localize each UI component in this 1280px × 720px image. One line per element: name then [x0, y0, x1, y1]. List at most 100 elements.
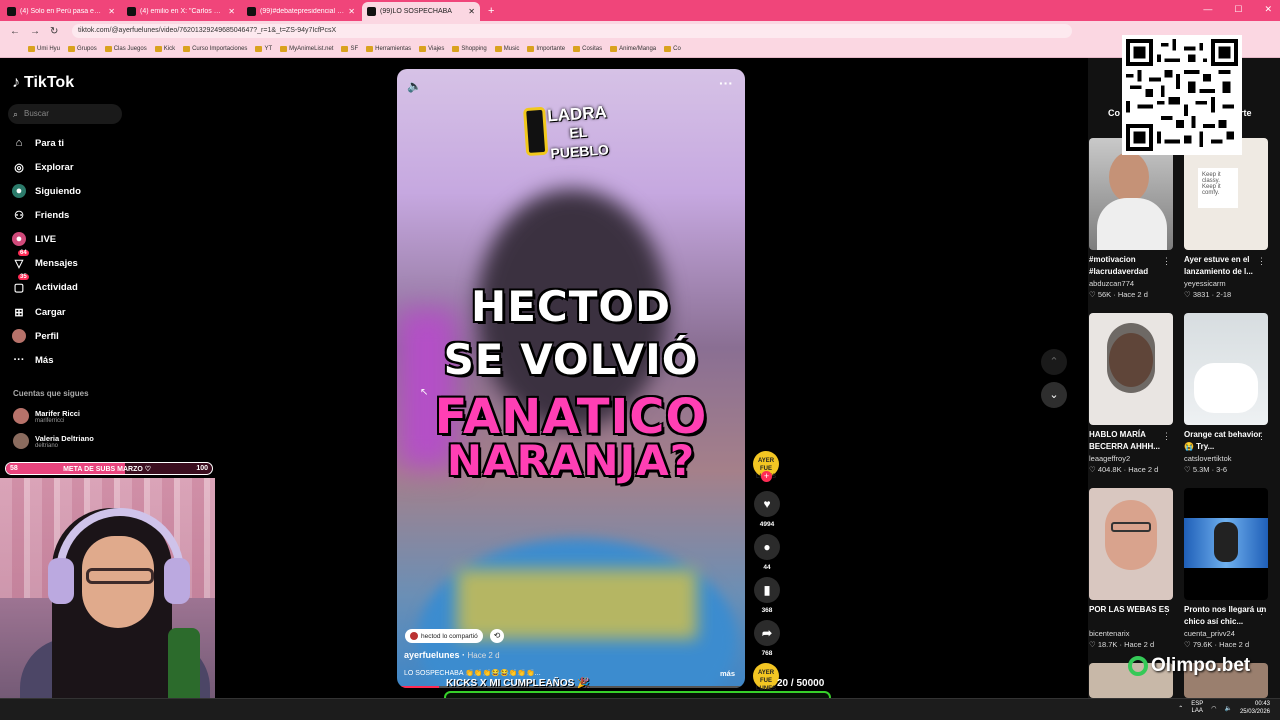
- follow-plus-button[interactable]: +: [761, 471, 772, 482]
- search-input[interactable]: ⌕ Buscar: [8, 104, 122, 124]
- next-video-button[interactable]: ⌄: [1041, 382, 1067, 408]
- tiktok-logo[interactable]: ♪ TikTok: [12, 74, 74, 92]
- bookmark[interactable]: MyAnimeList.net: [280, 46, 333, 52]
- browser-tab[interactable]: (4) emilio en X: "Carlos Álvarez✕: [122, 2, 240, 21]
- video-author[interactable]: ayerfuelunes · Hace 2 d: [404, 650, 500, 660]
- browser-tab[interactable]: (4) Solo en Perú pasa esto en X✕: [2, 2, 120, 21]
- subs-goal-bar: 58 META DE SUBS MARZO ♡ 100: [5, 462, 213, 475]
- bookmark[interactable]: Cositas: [573, 46, 602, 52]
- followed-account[interactable]: Marifer Ricci mariferricci: [13, 408, 80, 424]
- clock[interactable]: 00:43 25/03/2026: [1240, 700, 1270, 716]
- back-icon[interactable]: ←: [10, 26, 20, 37]
- more-options-icon[interactable]: ···: [719, 75, 733, 91]
- video-player[interactable]: 🔈 ··· LADRA EL PUEBLO HECTOD SE VOLVIÓ F…: [397, 69, 745, 688]
- reload-icon[interactable]: ↻: [50, 26, 58, 37]
- share-icon: ➦: [754, 620, 780, 646]
- nav-messages[interactable]: ▽ 64 Mensajes: [12, 250, 78, 271]
- upload-icon: ⊞: [14, 306, 24, 319]
- related-video-card[interactable]: HABLO MARÍA BECERRA AHHH... leaageffroy2…: [1089, 313, 1173, 474]
- bookmark[interactable]: Clas Juegos: [104, 46, 147, 52]
- bookmark[interactable]: Shopping: [452, 46, 487, 52]
- bookmark[interactable]: Anime/Manga: [610, 46, 656, 52]
- previous-video-button[interactable]: ⌃: [1041, 349, 1067, 375]
- related-video-card[interactable]: Pronto nos llegará un chico así chic... …: [1184, 488, 1268, 649]
- related-video-card[interactable]: Keep it classy. Keep it comfy. Ayer estu…: [1184, 138, 1268, 299]
- bookmark[interactable]: SF: [341, 46, 358, 52]
- volume-icon[interactable]: 🔈: [407, 79, 422, 93]
- followed-account[interactable]: Valeria Deltriano deltriano: [13, 433, 94, 449]
- browser-tab-active[interactable]: (99)LO SOSPECHABA ✕: [362, 2, 480, 21]
- friends-icon: ⚇: [14, 209, 24, 222]
- nav-friends[interactable]: ⚇ Friends: [12, 207, 69, 223]
- repost-icon[interactable]: ⟲: [490, 629, 504, 643]
- address-bar-row: ← → ↻ tiktok.com/@ayerfuelunes/video/762…: [0, 21, 1280, 41]
- bookmark[interactable]: Importante: [527, 46, 565, 52]
- more-options-icon[interactable]: ⋮: [1257, 431, 1266, 442]
- nav-activity[interactable]: ▢ 35 Actividad: [12, 274, 78, 295]
- bookmark[interactable]: Kick: [154, 46, 175, 52]
- save-button[interactable]: ▮ 368: [752, 577, 782, 614]
- like-button[interactable]: ♥ 4994: [752, 491, 782, 528]
- bookmark[interactable]: Viajes: [419, 46, 444, 52]
- bookmark[interactable]: Grupos: [68, 46, 97, 52]
- folder-icon: [255, 46, 263, 52]
- show-more-link[interactable]: más: [720, 669, 735, 678]
- nav-for-you[interactable]: ⌂ Para ti: [12, 135, 64, 151]
- related-video-card[interactable]: POR LAS WEBAS ES bicentenarix ♡ 18.7K · …: [1089, 488, 1173, 649]
- bookmark[interactable]: Curso Importaciones: [183, 46, 247, 52]
- panel-tab[interactable]: Co: [1108, 108, 1120, 118]
- speaker-icon[interactable]: 🔈: [1224, 705, 1231, 712]
- bookmark[interactable]: Umi Hyu: [28, 46, 60, 52]
- folder-icon: [664, 46, 672, 52]
- close-tab-icon[interactable]: ✕: [468, 7, 475, 16]
- more-options-icon[interactable]: ⋮: [1257, 606, 1266, 617]
- more-options-icon[interactable]: ⋮: [1162, 606, 1171, 617]
- bookmark[interactable]: Co: [664, 46, 681, 52]
- chevron-up-icon[interactable]: ⌃: [1178, 705, 1183, 712]
- new-tab-button[interactable]: +: [488, 2, 494, 21]
- wifi-icon[interactable]: ◠: [1211, 705, 1216, 712]
- folder-icon: [183, 46, 191, 52]
- close-tab-icon[interactable]: ✕: [228, 7, 235, 16]
- nav-profile[interactable]: Perfil: [12, 328, 59, 344]
- share-button[interactable]: ➦ 768: [752, 620, 782, 657]
- following-accounts-title: Cuentas que sigues: [13, 389, 89, 398]
- url-field[interactable]: tiktok.com/@ayerfuelunes/video/762013292…: [72, 24, 1072, 38]
- keyboard-language[interactable]: ESP LAA: [1191, 701, 1203, 715]
- folder-icon: [104, 46, 112, 52]
- related-video-card[interactable]: Orange cat behavior😭 Try... catslovertik…: [1184, 313, 1268, 474]
- folder-icon: [452, 46, 460, 52]
- nav-explore[interactable]: ◎ Explorar: [12, 159, 73, 175]
- more-options-icon[interactable]: ⋮: [1162, 256, 1171, 267]
- music-disc[interactable]: AYER FUE LUNES: [753, 663, 779, 692]
- more-options-icon[interactable]: ⋮: [1257, 256, 1266, 267]
- nav-following[interactable]: ● Siguiendo: [12, 183, 81, 199]
- folder-icon: [28, 46, 35, 52]
- maximize-icon[interactable]: ☐: [1234, 4, 1242, 15]
- close-tab-icon[interactable]: ✕: [348, 7, 355, 16]
- avatar: [13, 408, 29, 424]
- following-icon: ●: [12, 184, 26, 198]
- os-taskbar: [0, 698, 1280, 720]
- bookmark[interactable]: YT: [255, 46, 272, 52]
- minimize-icon[interactable]: —: [1203, 4, 1212, 15]
- close-tab-icon[interactable]: ✕: [108, 7, 115, 16]
- more-options-icon[interactable]: ⋮: [1162, 431, 1171, 442]
- browser-tab[interactable]: (99)#debatepresidencial #carlos✕: [242, 2, 360, 21]
- nav-upload[interactable]: ⊞ Cargar: [12, 304, 65, 320]
- video-headline: HECTOD: [471, 282, 671, 331]
- heart-outline-icon: ♡: [1089, 640, 1098, 649]
- comment-button[interactable]: ● 44: [752, 534, 782, 571]
- kicks-goal-label: KICKS X MI CUMPLEAÑOS 🎉: [446, 678, 590, 689]
- video-thumbnail: [1089, 488, 1173, 600]
- nav-more[interactable]: ··· Más: [12, 352, 54, 368]
- close-window-icon[interactable]: ✕: [1264, 4, 1272, 15]
- forward-icon[interactable]: →: [30, 26, 40, 37]
- bookmark[interactable]: Herramientas: [366, 46, 411, 52]
- related-video-card[interactable]: #motivacion #lacrudaverdad abduzcan774 ♡…: [1089, 138, 1173, 299]
- nav-live[interactable]: ● LIVE: [12, 231, 56, 247]
- shared-by-chip[interactable]: hectod lo compartió: [405, 629, 483, 643]
- bookmark[interactable]: Music: [494, 46, 519, 52]
- video-caption: LO SOSPECHABA 👏👏👏😂😂👏👏👏...: [404, 670, 541, 677]
- live-icon: ●: [12, 232, 26, 246]
